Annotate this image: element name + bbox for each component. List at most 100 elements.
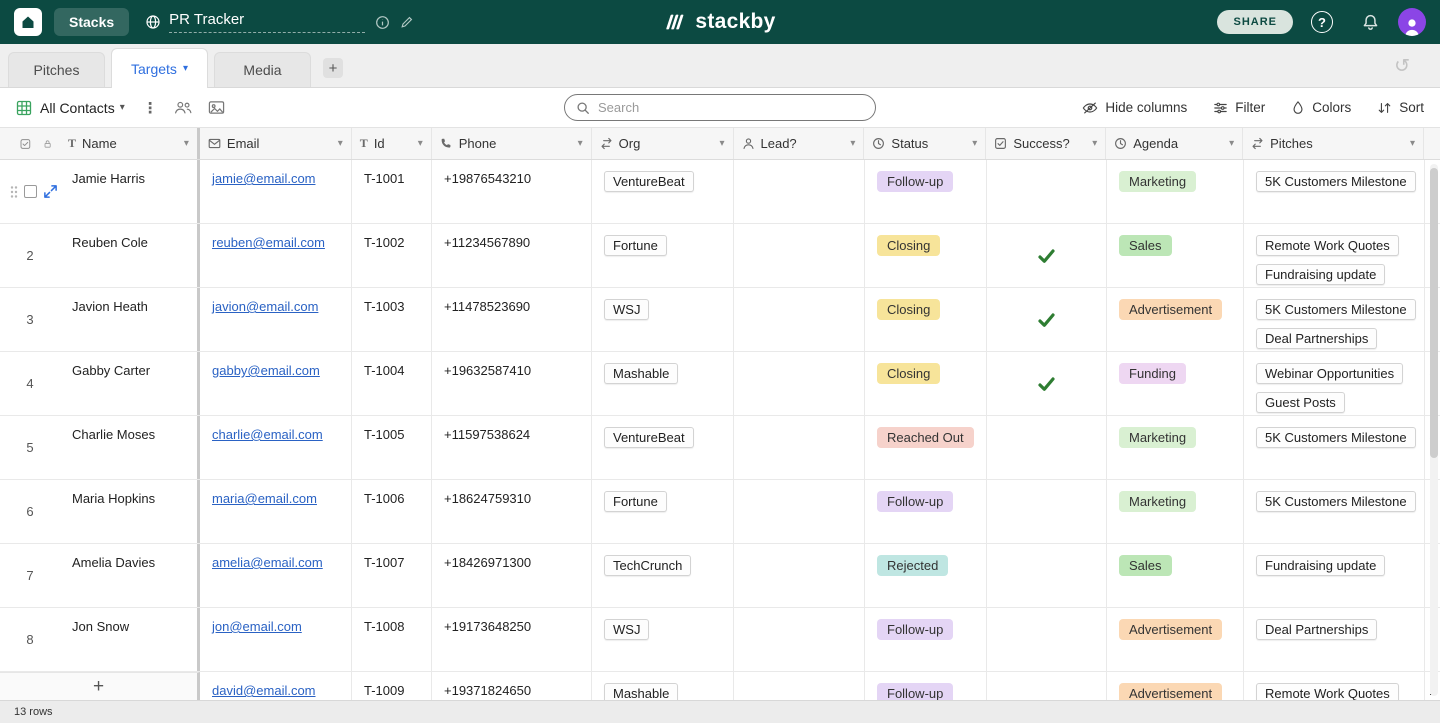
cell-pitches[interactable]: 5K Customers Milestone Deal Partnerships bbox=[1244, 288, 1425, 351]
column-header-pitches[interactable]: Pitches ▾ bbox=[1243, 128, 1424, 159]
cell-name[interactable]: Gabby Carter bbox=[60, 352, 200, 415]
column-menu-caret-icon[interactable]: ▾ bbox=[719, 138, 724, 149]
select-all-checkbox[interactable] bbox=[20, 137, 31, 151]
notifications-bell-icon[interactable] bbox=[1361, 13, 1380, 32]
cell-email[interactable]: javion@email.com bbox=[200, 288, 352, 351]
cell-email[interactable]: jamie@email.com bbox=[200, 160, 352, 223]
cell-org[interactable]: Mashable bbox=[592, 672, 734, 700]
cell-email[interactable]: maria@email.com bbox=[200, 480, 352, 543]
cell-email[interactable]: charlie@email.com bbox=[200, 416, 352, 479]
cell-phone[interactable]: +11597538624 bbox=[432, 416, 592, 479]
cell-org[interactable]: Fortune bbox=[592, 224, 734, 287]
cell-success[interactable] bbox=[987, 672, 1107, 700]
column-header-name[interactable]: T Name ▾ bbox=[60, 128, 200, 159]
cell-success[interactable] bbox=[987, 480, 1107, 543]
cell-agenda[interactable]: Advertisement bbox=[1107, 608, 1244, 671]
column-header-lead[interactable]: Lead? ▾ bbox=[734, 128, 865, 159]
scrollbar-thumb[interactable] bbox=[1430, 168, 1438, 458]
cell-status[interactable]: Closing bbox=[865, 352, 987, 415]
cell-email[interactable]: gabby@email.com bbox=[200, 352, 352, 415]
email-link[interactable]: amelia@email.com bbox=[212, 555, 323, 570]
email-link[interactable]: charlie@email.com bbox=[212, 427, 323, 442]
vertical-scrollbar[interactable] bbox=[1430, 164, 1438, 696]
tab-targets[interactable]: Targets ▾ bbox=[111, 48, 208, 88]
cell-email[interactable]: amelia@email.com bbox=[200, 544, 352, 607]
help-button[interactable]: ? bbox=[1311, 11, 1333, 33]
cell-status[interactable]: Follow-up bbox=[865, 608, 987, 671]
stacks-button[interactable]: Stacks bbox=[54, 8, 130, 36]
user-avatar[interactable] bbox=[1398, 8, 1426, 36]
info-icon[interactable] bbox=[375, 15, 390, 30]
cell-pitches[interactable]: 5K Customers Milestone bbox=[1244, 480, 1425, 543]
cell-phone[interactable]: +19632587410 bbox=[432, 352, 592, 415]
cell-phone[interactable]: +19371824650 bbox=[432, 672, 592, 700]
history-icon[interactable]: ↺ bbox=[1394, 55, 1410, 78]
email-link[interactable]: javion@email.com bbox=[212, 299, 318, 314]
cell-agenda[interactable]: Marketing bbox=[1107, 160, 1244, 223]
cell-status[interactable]: Follow-up bbox=[865, 160, 987, 223]
row-gutter[interactable]: 2 bbox=[0, 224, 60, 287]
cell-success[interactable] bbox=[987, 608, 1107, 671]
expand-row-icon[interactable] bbox=[43, 184, 58, 199]
colors-button[interactable]: Colors bbox=[1291, 100, 1351, 115]
cell-org[interactable]: VentureBeat bbox=[592, 416, 734, 479]
tab-pitches[interactable]: Pitches bbox=[8, 52, 105, 87]
cell-org[interactable]: TechCrunch bbox=[592, 544, 734, 607]
cell-phone[interactable]: +18624759310 bbox=[432, 480, 592, 543]
row-gutter[interactable]: 8 bbox=[0, 608, 60, 671]
cell-agenda[interactable]: Marketing bbox=[1107, 480, 1244, 543]
email-link[interactable]: maria@email.com bbox=[212, 491, 317, 506]
cell-name[interactable]: Charlie Moses bbox=[60, 416, 200, 479]
row-gutter[interactable]: 5 bbox=[0, 416, 60, 479]
cell-id[interactable]: T-1004 bbox=[352, 352, 432, 415]
view-selector[interactable]: All Contacts bbox=[40, 100, 115, 116]
cell-success[interactable] bbox=[987, 160, 1107, 223]
cell-lead[interactable] bbox=[734, 416, 865, 479]
cell-pitches[interactable]: Fundraising update bbox=[1244, 544, 1425, 607]
cell-agenda[interactable]: Advertisement bbox=[1107, 288, 1244, 351]
cell-name[interactable]: Jamie Harris bbox=[60, 160, 200, 223]
stack-title[interactable]: PR Tracker bbox=[169, 11, 244, 28]
email-link[interactable]: david@email.com bbox=[212, 683, 316, 698]
cell-pitches[interactable]: 5K Customers Milestone bbox=[1244, 160, 1425, 223]
column-header-id[interactable]: T Id ▾ bbox=[352, 128, 432, 159]
cell-agenda[interactable]: Marketing bbox=[1107, 416, 1244, 479]
cell-pitches[interactable]: 5K Customers Milestone bbox=[1244, 416, 1425, 479]
column-menu-caret-icon[interactable]: ▾ bbox=[972, 138, 977, 149]
cell-status[interactable]: Closing bbox=[865, 224, 987, 287]
cell-success[interactable] bbox=[987, 224, 1107, 287]
cell-lead[interactable] bbox=[734, 672, 865, 700]
email-link[interactable]: jamie@email.com bbox=[212, 171, 316, 186]
cell-id[interactable]: T-1008 bbox=[352, 608, 432, 671]
cell-pitches[interactable]: Remote Work Quotes Fundraising update bbox=[1244, 224, 1425, 287]
cell-success[interactable] bbox=[987, 544, 1107, 607]
column-menu-caret-icon[interactable]: ▾ bbox=[850, 138, 855, 149]
cell-agenda[interactable]: Funding bbox=[1107, 352, 1244, 415]
cell-phone[interactable]: +11478523690 bbox=[432, 288, 592, 351]
row-checkbox[interactable] bbox=[24, 185, 37, 198]
cell-status[interactable]: Reached Out bbox=[865, 416, 987, 479]
cell-id[interactable]: T-1007 bbox=[352, 544, 432, 607]
view-menu-kebab-icon[interactable]: ⋮ bbox=[143, 99, 158, 117]
share-button[interactable]: SHARE bbox=[1217, 10, 1293, 34]
cell-phone[interactable]: +19173648250 bbox=[432, 608, 592, 671]
row-gutter[interactable]: 3 bbox=[0, 288, 60, 351]
cell-phone[interactable]: +18426971300 bbox=[432, 544, 592, 607]
cell-name[interactable]: Javion Heath bbox=[60, 288, 200, 351]
cell-name[interactable]: Jon Snow bbox=[60, 608, 200, 671]
tab-media[interactable]: Media bbox=[214, 52, 311, 87]
cell-org[interactable]: Fortune bbox=[592, 480, 734, 543]
cell-lead[interactable] bbox=[734, 480, 865, 543]
row-preview-icon[interactable] bbox=[208, 100, 225, 115]
collaborators-icon[interactable] bbox=[174, 100, 192, 115]
cell-lead[interactable] bbox=[734, 288, 865, 351]
column-menu-caret-icon[interactable]: ▾ bbox=[1229, 138, 1234, 149]
cell-success[interactable] bbox=[987, 288, 1107, 351]
search-input[interactable] bbox=[598, 100, 848, 115]
cell-lead[interactable] bbox=[734, 160, 865, 223]
column-menu-caret-icon[interactable]: ▾ bbox=[418, 138, 423, 149]
cell-success[interactable] bbox=[987, 352, 1107, 415]
cell-id[interactable]: T-1009 bbox=[352, 672, 432, 700]
cell-org[interactable]: Mashable bbox=[592, 352, 734, 415]
cell-lead[interactable] bbox=[734, 224, 865, 287]
